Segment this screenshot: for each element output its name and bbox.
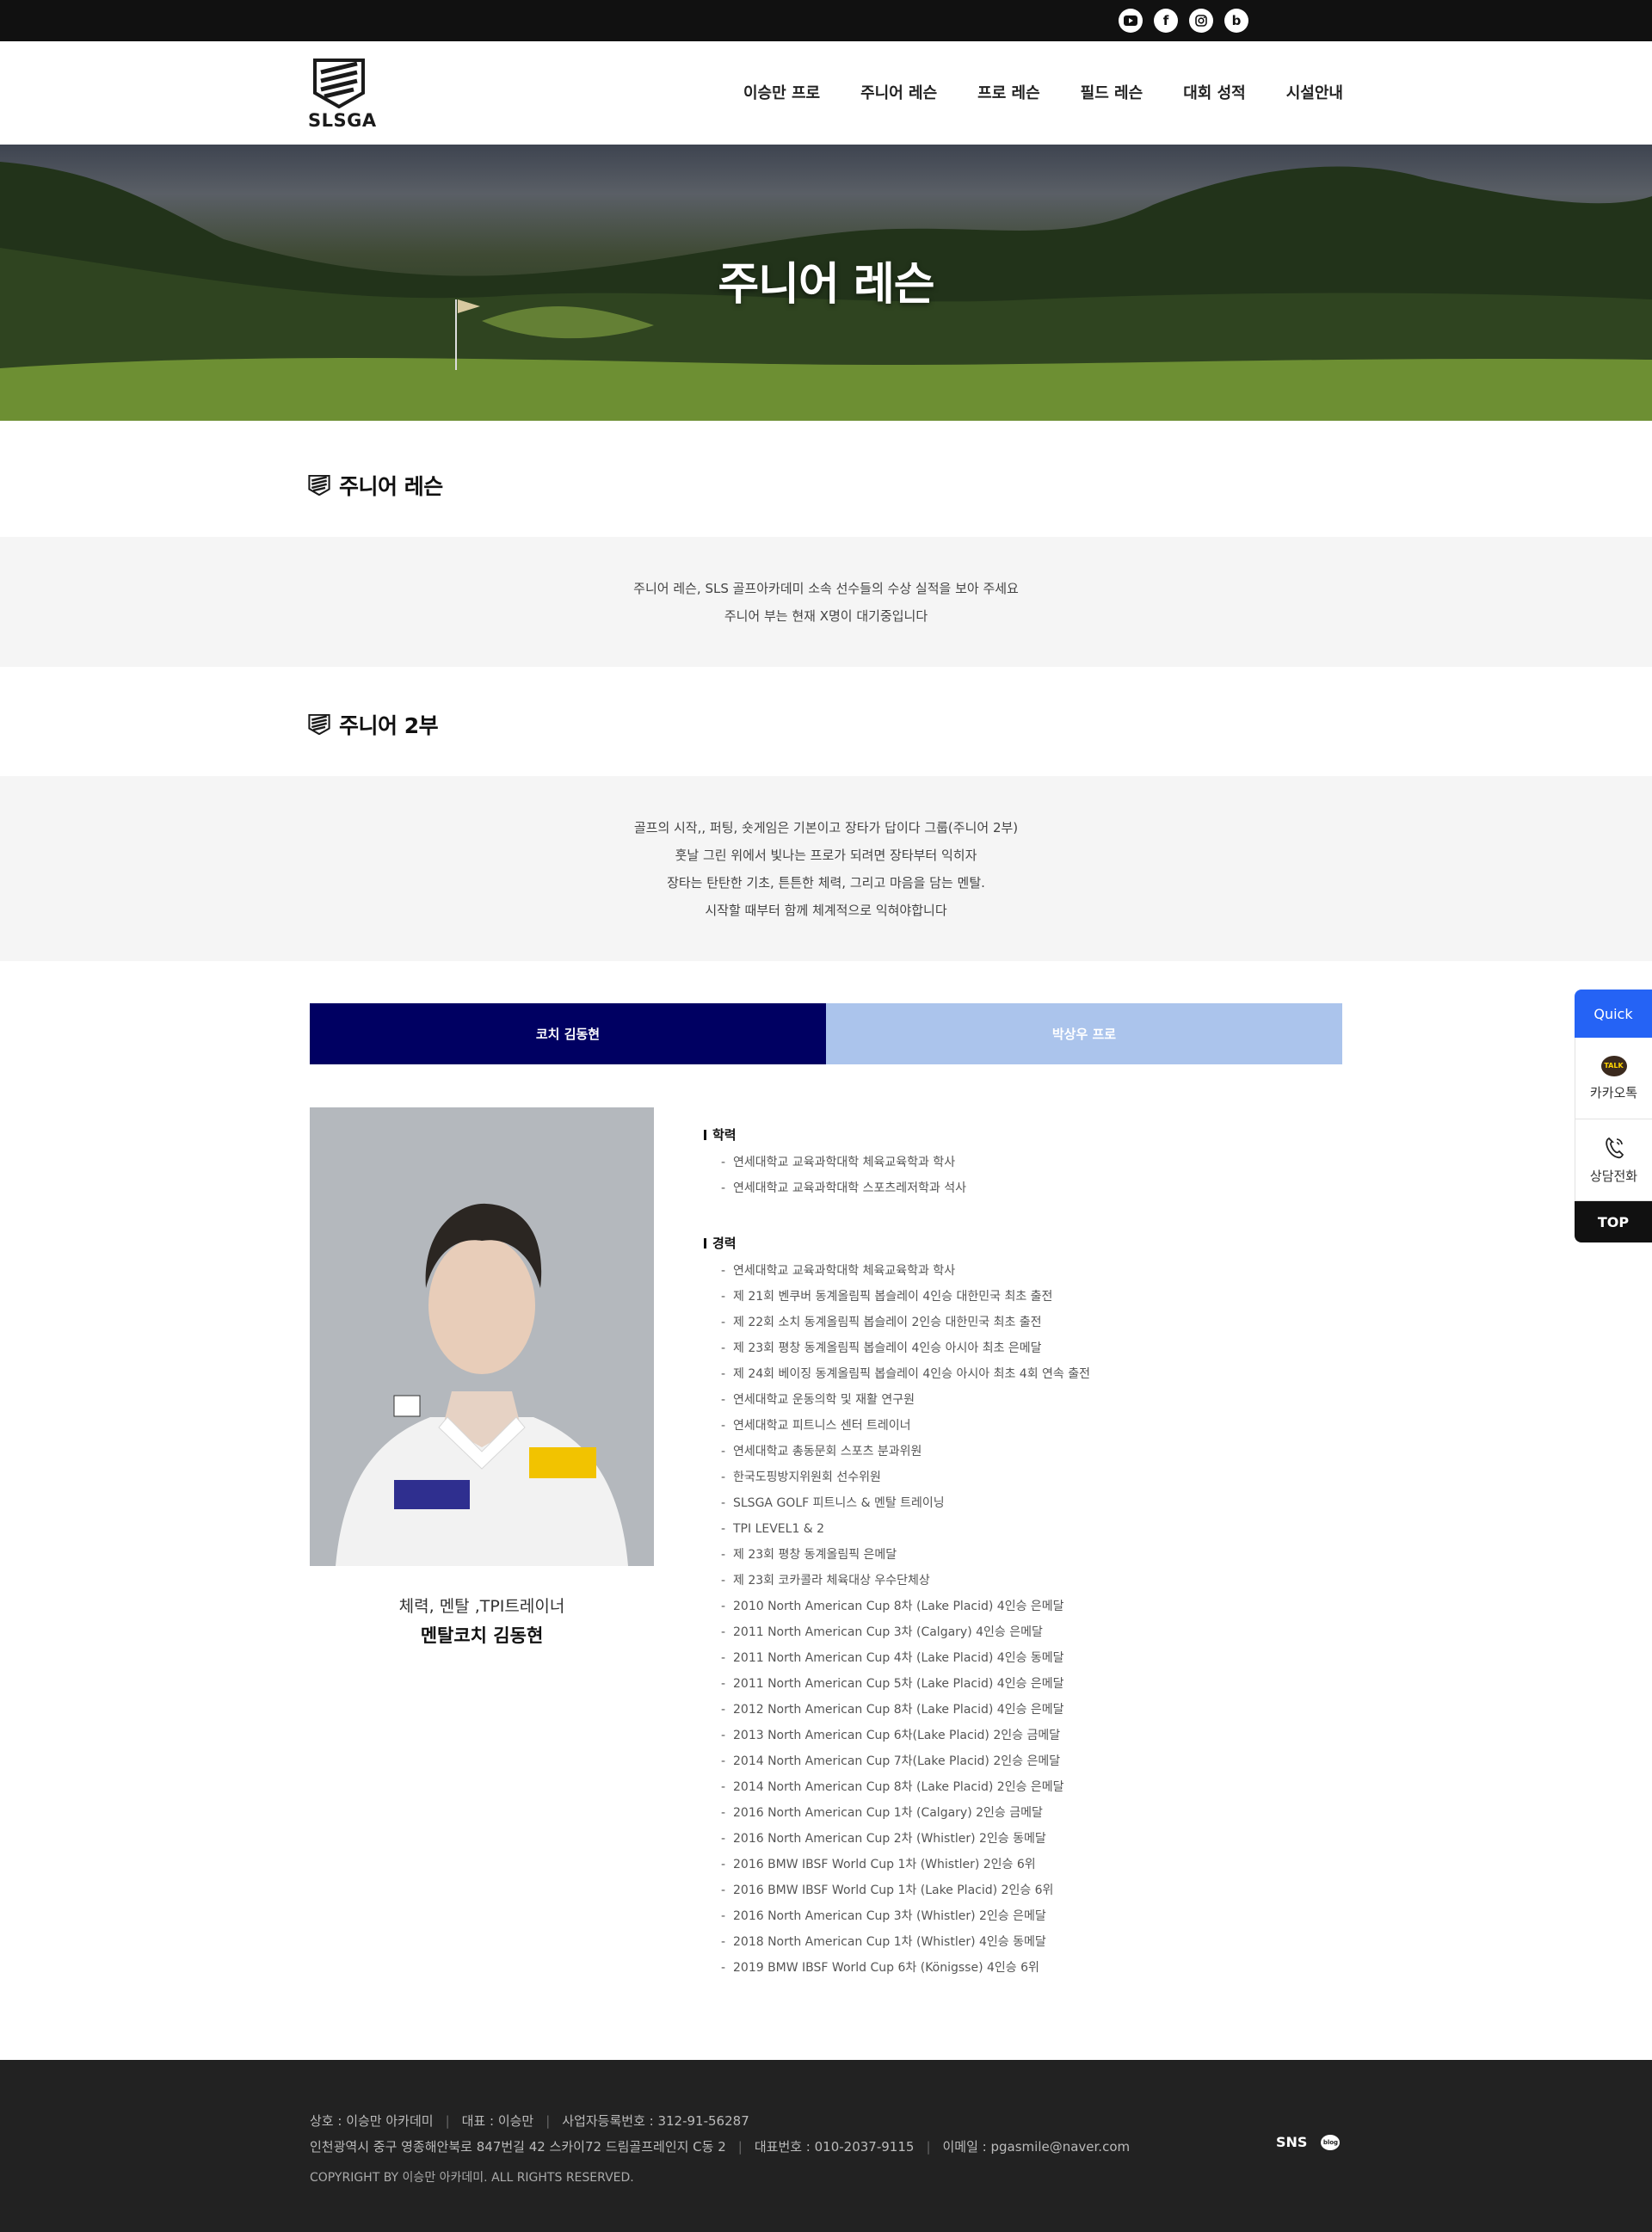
- section-head-junior-2: 주니어 2부: [308, 709, 439, 740]
- blog-icon[interactable]: blog: [1321, 2134, 1341, 2150]
- footer-line-2: 인천광역시 중구 영종해안북로 847번길 42 스카이72 드림골프레인지 C…: [310, 2139, 1131, 2155]
- nav-item-field-lesson[interactable]: 필드 레슨: [1081, 81, 1143, 103]
- tab-pro-park[interactable]: 박상우 프로: [826, 1003, 1342, 1064]
- list-item: 연세대학교 운동의학 및 재활 연구원: [704, 1387, 1358, 1413]
- logo[interactable]: SLSGA: [308, 59, 377, 131]
- education-list: 연세대학교 교육과학대학 체육교육학과 학사 연세대학교 교육과학대학 스포츠레…: [704, 1150, 1358, 1201]
- list-item: 2014 North American Cup 7차(Lake Placid) …: [704, 1748, 1358, 1774]
- phone-icon: [1605, 1137, 1624, 1158]
- list-item: 2012 North American Cup 8차 (Lake Placid)…: [704, 1697, 1358, 1723]
- coach-caption: 체력, 멘탈 ,TPI트레이너 멘탈코치 김동현: [310, 1594, 654, 1648]
- list-item: 2019 BMW IBSF World Cup 6차 (Königsse) 4인…: [704, 1955, 1358, 1981]
- quick-menu: Quick TALK 카카오톡 상담전화 TOP: [1575, 990, 1652, 1242]
- list-item: 연세대학교 교육과학대학 스포츠레저학과 석사: [704, 1175, 1358, 1201]
- list-item: 2016 BMW IBSF World Cup 1차 (Lake Placid)…: [704, 1877, 1358, 1903]
- career-title: 경력: [704, 1234, 1358, 1253]
- footer-email[interactable]: 이메일 : pgasmile@naver.com: [943, 2139, 1131, 2155]
- list-item: 제 23회 평창 동계올림픽 은메달: [704, 1542, 1358, 1568]
- list-item: 연세대학교 총동문회 스포츠 분과위원: [704, 1439, 1358, 1464]
- list-item: 2016 BMW IBSF World Cup 1차 (Whistler) 2인…: [704, 1852, 1358, 1877]
- list-item: 제 24회 베이징 동계올림픽 봅슬레이 4인승 아시아 최초 4회 연속 출전: [704, 1361, 1358, 1387]
- footer-phone: 대표번호 : 010-2037-9115: [754, 2139, 915, 2155]
- intro-line: 장타는 탄탄한 기초, 튼튼한 체력, 그리고 마음을 담는 멘탈.: [667, 875, 985, 891]
- tab-coach-kim[interactable]: 코치 김동현: [310, 1003, 826, 1064]
- logo-mark-icon: [313, 59, 365, 108]
- list-item: 연세대학교 피트니스 센터 트레이너: [704, 1413, 1358, 1439]
- quick-title: Quick: [1575, 990, 1652, 1038]
- youtube-icon[interactable]: [1119, 9, 1143, 33]
- list-item: 제 23회 코카콜라 체육대상 우수단체상: [704, 1568, 1358, 1594]
- list-item: 한국도핑방지위원회 선수위원: [704, 1464, 1358, 1490]
- footer-biz-no: 사업자등록번호 : 312-91-56287: [562, 2113, 749, 2129]
- consult-call-button[interactable]: 상담전화: [1575, 1119, 1652, 1201]
- hero-banner: 주니어 레슨: [0, 145, 1652, 421]
- main-nav: 이승만 프로 주니어 레슨 프로 레슨 필드 레슨 대회 성적 시설안내: [743, 81, 1343, 103]
- kakao-label: 카카오톡: [1589, 1084, 1638, 1101]
- junior-2-intro: 골프의 시작,, 퍼팅, 숏게임은 기본이고 장타가 답이다 그룹(주니어 2부…: [0, 776, 1652, 961]
- logo-text: SLSGA: [308, 110, 377, 131]
- sns-links: f b: [1119, 9, 1248, 33]
- logo-mark-icon: [308, 714, 330, 735]
- top-button[interactable]: TOP: [1575, 1201, 1652, 1242]
- footer-sns: SNS blog: [1276, 2134, 1341, 2150]
- list-item: 2011 North American Cup 3차 (Calgary) 4인승…: [704, 1619, 1358, 1645]
- hero-title: 주니어 레슨: [718, 259, 934, 311]
- footer-company: 상호 : 이승만 아카데미: [310, 2113, 434, 2129]
- logo-mark-icon: [308, 475, 330, 496]
- coach-role: 체력, 멘탈 ,TPI트레이너: [398, 1597, 565, 1616]
- footer-sns-label: SNS: [1276, 2134, 1308, 2150]
- call-label: 상담전화: [1589, 1168, 1638, 1184]
- blog-icon[interactable]: b: [1224, 9, 1248, 33]
- list-item: 제 23회 평창 동계올림픽 봅슬레이 4인승 아시아 최초 은메달: [704, 1335, 1358, 1361]
- facebook-icon[interactable]: f: [1154, 9, 1178, 33]
- list-item: 2011 North American Cup 5차 (Lake Placid)…: [704, 1671, 1358, 1697]
- top-bar: f b: [0, 0, 1652, 41]
- footer-ceo: 대표 : 이승만: [461, 2113, 534, 2129]
- list-item: 2013 North American Cup 6차(Lake Placid) …: [704, 1723, 1358, 1748]
- coach-career: 학력 연세대학교 교육과학대학 체육교육학과 학사 연세대학교 교육과학대학 스…: [704, 1125, 1358, 1981]
- list-item: 2011 North American Cup 4차 (Lake Placid)…: [704, 1645, 1358, 1671]
- nav-item-facility[interactable]: 시설안내: [1286, 81, 1343, 103]
- list-item: 2010 North American Cup 8차 (Lake Placid)…: [704, 1594, 1358, 1619]
- list-item: 2016 North American Cup 3차 (Whistler) 2인…: [704, 1903, 1358, 1929]
- nav-item-junior-lesson[interactable]: 주니어 레슨: [860, 81, 937, 103]
- footer-line-1: 상호 : 이승만 아카데미 | 대표 : 이승만 | 사업자등록번호 : 312-91-…: [310, 2113, 749, 2129]
- footer-copyright: COPYRIGHT BY 이승만 아카데미. ALL RIGHTS RESERV…: [310, 2171, 634, 2185]
- coach-tabs: 코치 김동현 박상우 프로: [310, 1003, 1342, 1064]
- list-item: 2018 North American Cup 1차 (Whistler) 4인…: [704, 1929, 1358, 1955]
- nav-item-tournament[interactable]: 대회 성적: [1183, 81, 1246, 103]
- list-item: 제 21회 벤쿠버 동계올림픽 봅슬레이 4인승 대한민국 최초 출전: [704, 1284, 1358, 1310]
- list-item: 제 22회 소치 동계올림픽 봅슬레이 2인승 대한민국 최초 출전: [704, 1310, 1358, 1335]
- footer-address: 인천광역시 중구 영종해안북로 847번길 42 스카이72 드림골프레인지 C…: [310, 2139, 726, 2155]
- intro-line: 시작할 때부터 함께 체계적으로 익혀야합니다: [705, 903, 947, 918]
- kakao-talk-icon: TALK: [1600, 1055, 1627, 1076]
- section-title: 주니어 2부: [339, 713, 439, 738]
- site-header: SLSGA 이승만 프로 주니어 레슨 프로 레슨 필드 레슨 대회 성적 시설…: [0, 41, 1652, 145]
- kakao-talk-button[interactable]: TALK 카카오톡: [1575, 1038, 1652, 1119]
- career-list: 연세대학교 교육과학대학 체육교육학과 학사제 21회 벤쿠버 동계올림픽 봅슬…: [704, 1258, 1358, 1981]
- coach-name: 멘탈코치 김동현: [420, 1625, 544, 1646]
- list-item: 연세대학교 교육과학대학 체육교육학과 학사: [704, 1150, 1358, 1175]
- nav-item-lee-pro[interactable]: 이승만 프로: [743, 81, 820, 103]
- list-item: 2016 North American Cup 1차 (Calgary) 2인승…: [704, 1800, 1358, 1826]
- list-item: 2014 North American Cup 8차 (Lake Placid)…: [704, 1774, 1358, 1800]
- site-footer: 상호 : 이승만 아카데미 | 대표 : 이승만 | 사업자등록번호 : 312-91-…: [0, 2060, 1652, 2232]
- coach-portrait-image: [310, 1107, 654, 1566]
- section-head-junior-lesson: 주니어 레슨: [308, 470, 443, 501]
- intro-line: 훗날 그린 위에서 빛나는 프로가 되려면 장타부터 익히자: [675, 848, 977, 863]
- list-item: 2016 North American Cup 2차 (Whistler) 2인…: [704, 1826, 1358, 1852]
- coach-photo: [310, 1107, 654, 1566]
- intro-line: 주니어 레슨, SLS 골프아카데미 소속 선수들의 수상 실적을 보아 주세요: [633, 581, 1019, 596]
- instagram-icon[interactable]: [1189, 9, 1213, 33]
- list-item: SLSGA GOLF 피트니스 & 멘탈 트레이닝: [704, 1490, 1358, 1516]
- intro-line: 골프의 시작,, 퍼팅, 숏게임은 기본이고 장타가 답이다 그룹(주니어 2부…: [633, 820, 1019, 835]
- junior-lesson-intro: 주니어 레슨, SLS 골프아카데미 소속 선수들의 수상 실적을 보아 주세요…: [0, 537, 1652, 667]
- section-title: 주니어 레슨: [339, 474, 443, 499]
- list-item: 연세대학교 교육과학대학 체육교육학과 학사: [704, 1258, 1358, 1284]
- list-item: TPI LEVEL1 & 2: [704, 1516, 1358, 1542]
- intro-line: 주니어 부는 현재 X명이 대기중입니다: [724, 608, 928, 624]
- education-title: 학력: [704, 1125, 1358, 1144]
- nav-item-pro-lesson[interactable]: 프로 레슨: [977, 81, 1040, 103]
